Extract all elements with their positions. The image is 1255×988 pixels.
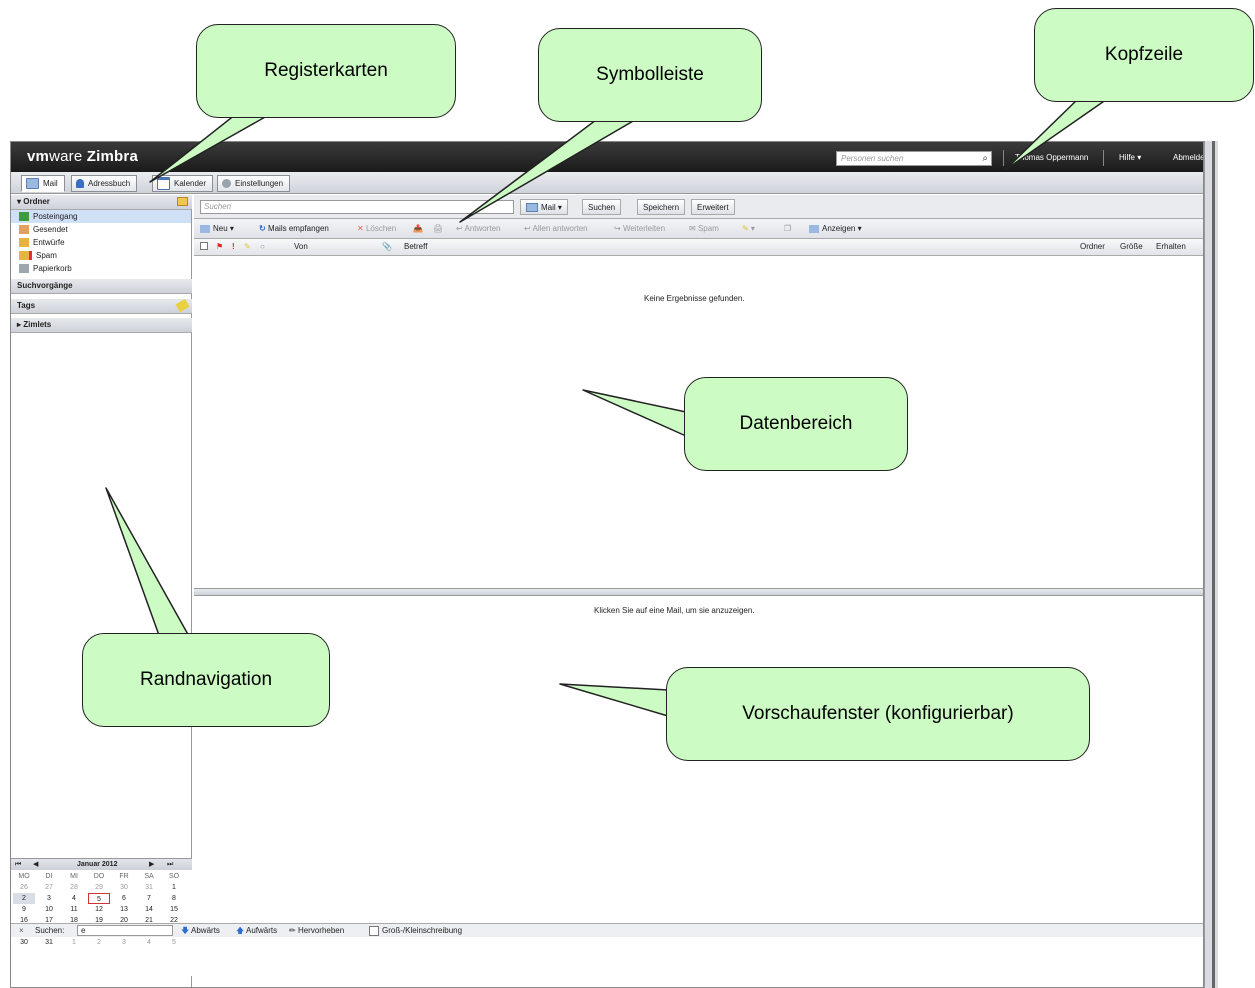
callout-randnavigation: Randnavigation	[82, 633, 330, 727]
callout-symbolleiste: Symbolleiste	[538, 28, 762, 122]
callout-kopfzeile: Kopfzeile	[1034, 8, 1254, 102]
tail-symbolleiste	[459, 116, 641, 223]
tail-vorschau	[559, 683, 669, 717]
callout-tails	[105, 96, 1111, 717]
tail-kopfzeile	[1004, 96, 1111, 171]
tail-datenbereich	[582, 389, 687, 437]
callout-datenbereich: Datenbereich	[684, 377, 908, 471]
callout-registerkarten: Registerkarten	[196, 24, 456, 118]
callout-vorschaufenster: Vorschaufenster (konfigurierbar)	[666, 667, 1090, 761]
tail-randnavigation	[105, 487, 191, 639]
